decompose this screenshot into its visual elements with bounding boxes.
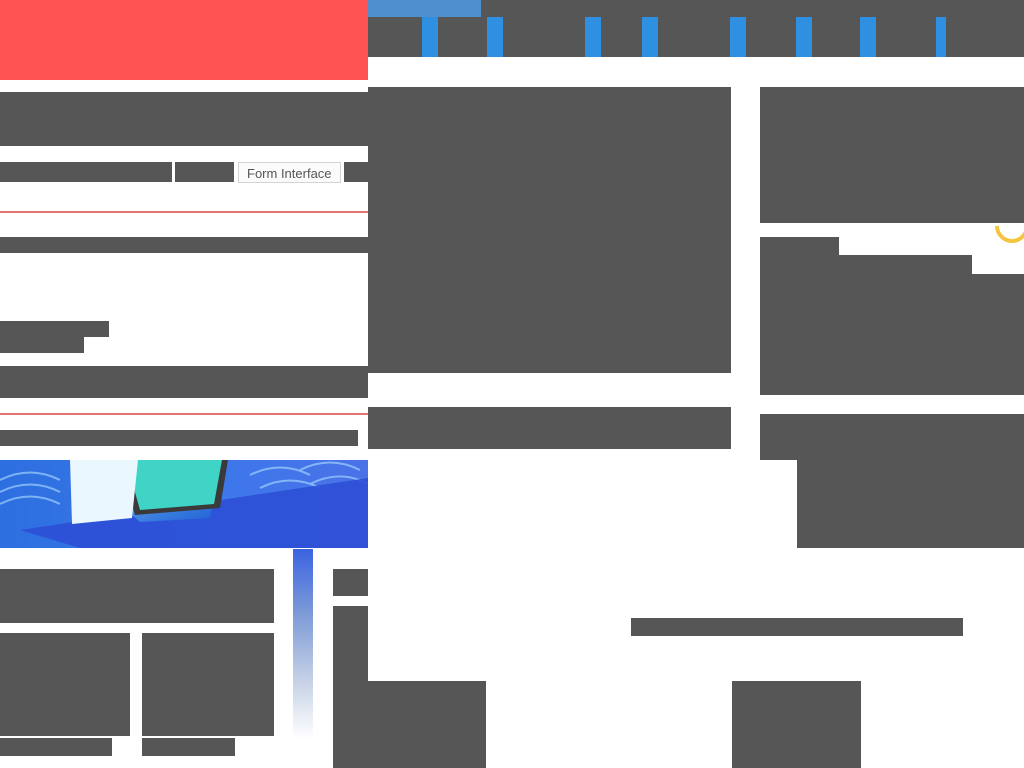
tab-6[interactable] xyxy=(796,17,812,57)
middle-bottom-panel xyxy=(368,681,486,768)
nav-chip-2[interactable] xyxy=(175,162,234,182)
middle-bottom-tag xyxy=(333,569,368,596)
left-header-block xyxy=(0,92,368,146)
left-bar-3 xyxy=(0,430,358,446)
right-card-1 xyxy=(760,87,1024,223)
right-card-2-body xyxy=(760,274,1024,395)
right-card-2-top xyxy=(760,237,839,257)
promo-banner[interactable] xyxy=(0,460,368,548)
divider-red-1 xyxy=(0,211,368,213)
tab-4[interactable] xyxy=(642,17,658,57)
side-fade-strip xyxy=(293,549,313,739)
bottom-right-panel xyxy=(732,681,861,768)
form-interface-chip[interactable]: Form Interface xyxy=(238,162,341,183)
tab-3[interactable] xyxy=(585,17,601,57)
tab-1[interactable] xyxy=(422,17,438,57)
main-content-large xyxy=(368,87,731,373)
right-card-3-top xyxy=(760,414,1024,460)
right-card-3-body xyxy=(797,460,1024,548)
tab-8[interactable] xyxy=(936,17,946,57)
card-2[interactable] xyxy=(142,633,274,736)
nav-chip-1[interactable] xyxy=(0,162,172,182)
hero-banner xyxy=(0,0,368,80)
nav-chip-4[interactable] xyxy=(344,162,368,182)
card-1-caption xyxy=(0,738,112,756)
tab-5[interactable] xyxy=(730,17,746,57)
bottom-left-header xyxy=(0,569,274,623)
left-bar-2 xyxy=(0,366,368,398)
teal-link-overlay xyxy=(631,618,963,636)
right-card-2-mid xyxy=(760,255,972,275)
card-1[interactable] xyxy=(0,633,130,736)
promo-art xyxy=(0,460,368,548)
middle-bottom-column xyxy=(333,606,368,768)
left-text-2 xyxy=(0,337,84,353)
card-2-caption xyxy=(142,738,235,756)
divider-red-2 xyxy=(0,413,368,415)
tab-7[interactable] xyxy=(860,17,876,57)
main-content-bar xyxy=(368,407,731,449)
tab-2[interactable] xyxy=(487,17,503,57)
active-tab-bar[interactable] xyxy=(368,0,481,17)
left-bar-1 xyxy=(0,237,368,253)
left-text-1 xyxy=(0,321,109,337)
